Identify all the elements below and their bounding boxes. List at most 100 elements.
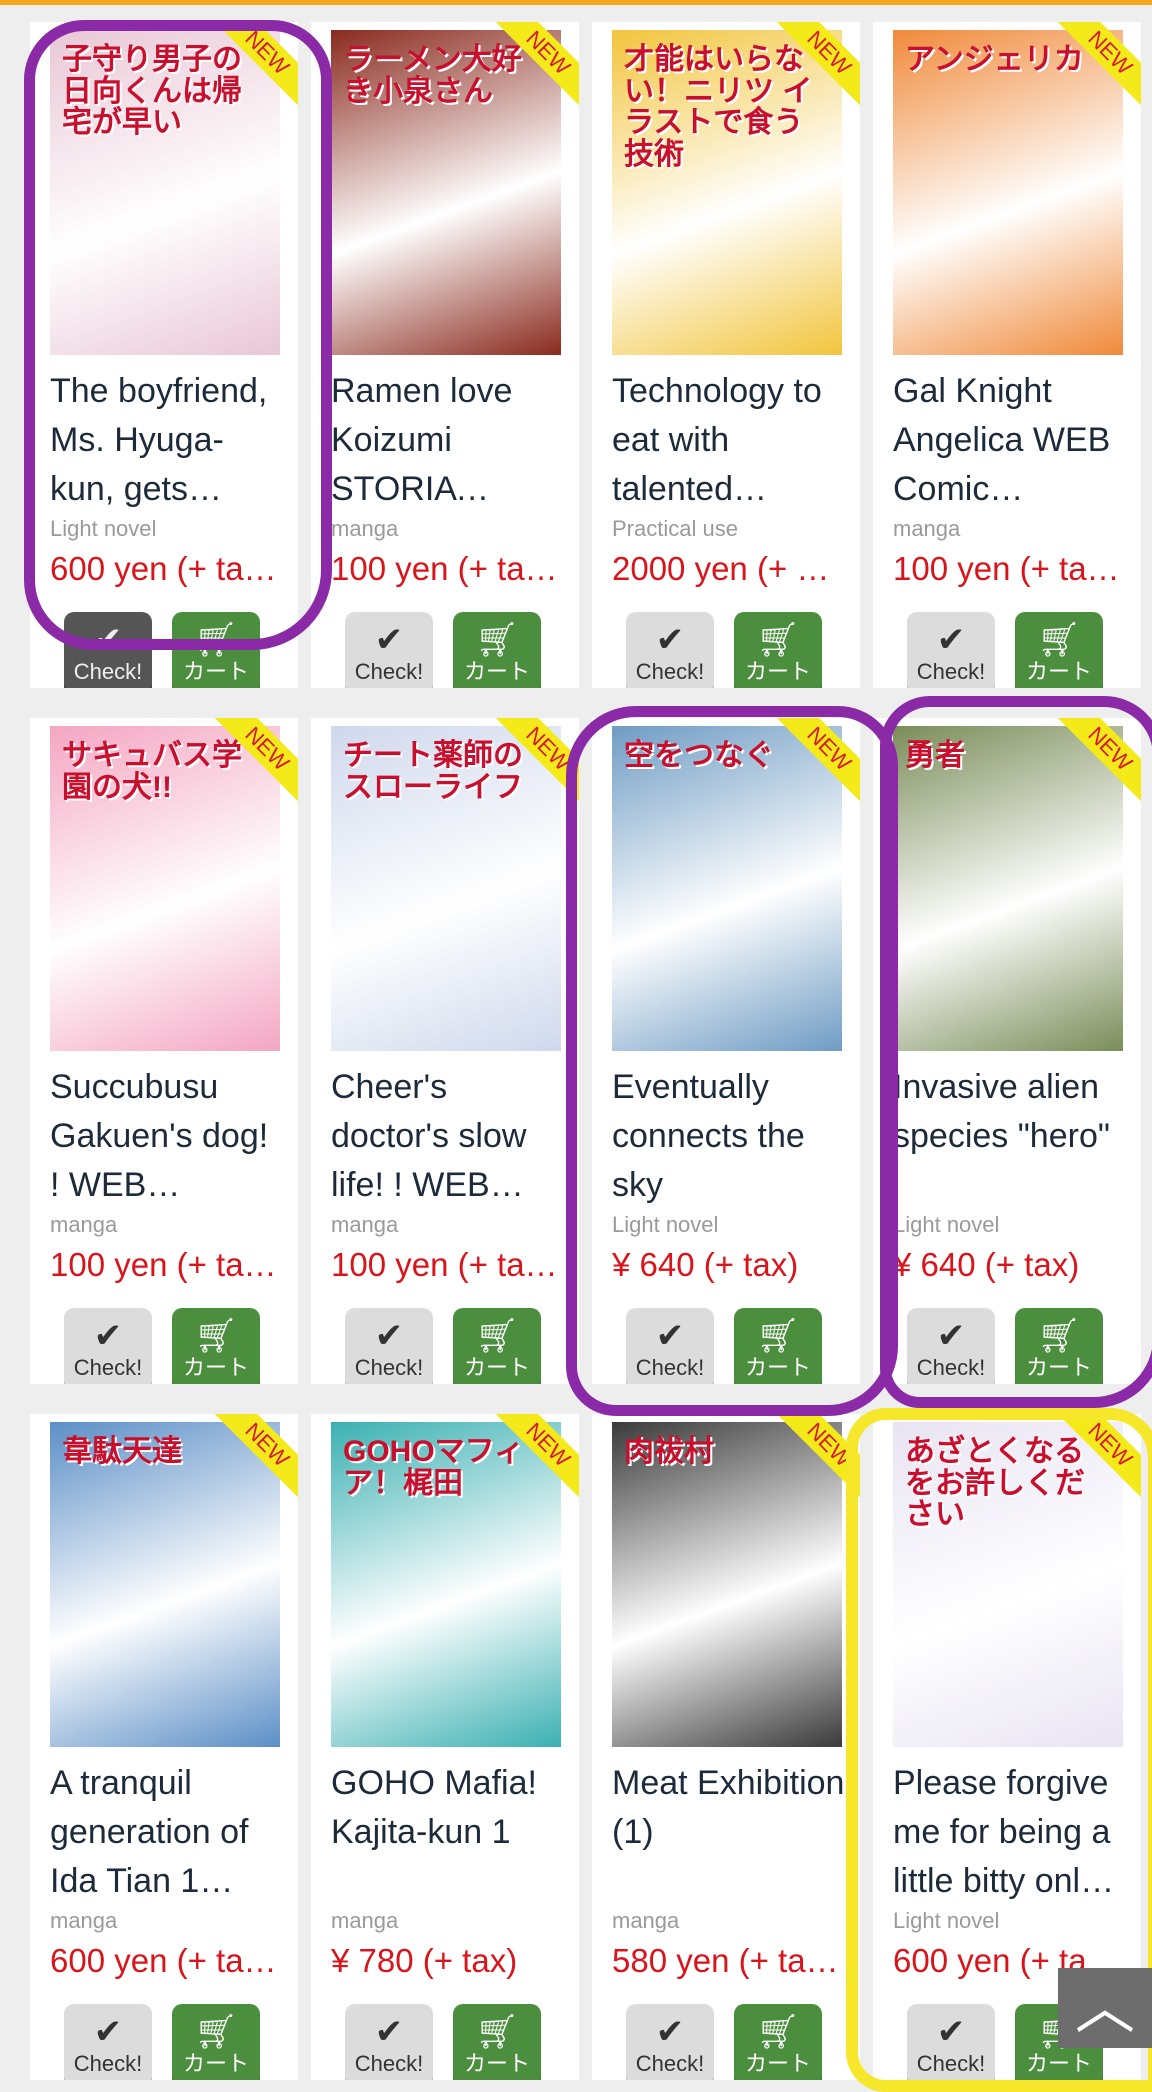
product-card[interactable]: 空をつなぐ NEW Eventually connects the sky Light… [592, 718, 860, 1384]
product-title[interactable]: Ramen love Koizumi STORIA dash… [331, 367, 567, 513]
product-card[interactable]: ラーメン大好き小泉さん NEW Ramen love Koizumi STORIA … [311, 22, 579, 688]
checkmark-icon: ✔ [93, 1317, 123, 1355]
product-card[interactable]: 才能はいらない！ニリツ イラストで食う技術 NEW Technology to ea… [592, 22, 860, 688]
add-to-cart-button[interactable]: 🛒︎カート [172, 612, 260, 688]
product-price: 580 yen (+ ta… [612, 1942, 839, 1979]
add-to-cart-button[interactable]: 🛒︎カート [453, 2004, 541, 2080]
check-button[interactable]: ✔ Check! [345, 2004, 433, 2080]
product-title-text[interactable]: Invasive alien species "hero" [893, 1063, 1129, 1161]
checkmark-icon: ✔ [655, 2013, 685, 2051]
new-ribbon: NEW [756, 1414, 860, 1518]
checkmark-icon: ✔ [374, 1317, 404, 1355]
check-button[interactable]: ✔ Check! [626, 1308, 714, 1384]
check-button[interactable]: ✔ Check! [907, 612, 995, 688]
check-button[interactable]: ✔ Check! [626, 612, 714, 688]
product-title-text[interactable]: GOHO Mafia! Kajita-kun 1 [331, 1759, 567, 1857]
cart-button-label: カート [744, 1355, 811, 1380]
product-price: ¥ 640 (+ tax) [893, 1246, 1080, 1283]
product-card[interactable]: 肉祓村 NEW Meat Exhibition (1) manga 580 yen (+… [592, 1414, 860, 2080]
product-title-text[interactable]: Ramen love Koizumi STORIA dash… [331, 367, 567, 513]
product-title[interactable]: Eventually connects the sky [612, 1063, 848, 1209]
check-button-label: Check! [635, 659, 705, 684]
product-card[interactable]: アンジェリカ NEW Gal Knight Angelica WEB Comic… m… [873, 22, 1141, 688]
add-to-cart-button[interactable]: 🛒︎カート [734, 612, 822, 688]
new-ribbon: NEW [475, 718, 579, 822]
new-badge: NEW [1046, 1414, 1141, 1509]
check-button-label: Check! [73, 659, 143, 684]
product-title[interactable]: GOHO Mafia! Kajita-kun 1 [331, 1759, 567, 1905]
add-to-cart-button[interactable]: 🛒︎カート [172, 1308, 260, 1384]
product-title[interactable]: Succubusu Gakuen's dog! ! WEB Comic… [50, 1063, 286, 1209]
product-title-text[interactable]: Please forgive me for being a little bit… [893, 1759, 1129, 1905]
new-badge: NEW [765, 718, 860, 813]
product-title[interactable]: Cheer's doctor's slow life! ! WEB… [331, 1063, 567, 1209]
new-badge: NEW [484, 1414, 579, 1509]
checkmark-icon: ✔ [936, 2013, 966, 2051]
add-to-cart-button[interactable]: 🛒︎カート [172, 2004, 260, 2080]
cart-button-label: カート [463, 2051, 530, 2076]
top-accent-bar [0, 0, 1152, 5]
product-title-text[interactable]: The boyfriend, Ms. Hyuga-kun, gets… [50, 367, 286, 513]
product-title[interactable]: Please forgive me for being a little bit… [893, 1759, 1129, 1905]
check-button[interactable]: ✔ Check! [64, 1308, 152, 1384]
cart-icon: 🛒︎ [756, 621, 800, 659]
checkmark-icon: ✔ [655, 1317, 685, 1355]
check-button[interactable]: ✔ Check! [345, 612, 433, 688]
product-title-text[interactable]: Succubusu Gakuen's dog! ! WEB Comic… [50, 1063, 286, 1209]
cart-button-label: カート [744, 659, 811, 684]
cart-icon: 🛒︎ [194, 2013, 238, 2051]
add-to-cart-button[interactable]: 🛒︎カート [1015, 612, 1103, 688]
checkmark-icon: ✔ [93, 2013, 123, 2051]
product-card[interactable]: サキュバス学園の犬!! NEW Succubusu Gakuen's dog! ! … [30, 718, 298, 1384]
cart-icon: 🛒︎ [475, 1317, 519, 1355]
new-ribbon: NEW [475, 1414, 579, 1518]
new-badge: NEW [765, 1414, 860, 1509]
product-title-text[interactable]: Eventually connects the sky [612, 1063, 848, 1209]
product-card[interactable]: 子守り男子の日向くんは帰宅が早い NEW The boyfriend, Ms. Hy… [30, 22, 298, 688]
checkmark-icon: ✔ [936, 1317, 966, 1355]
check-button-label: Check! [73, 1355, 143, 1380]
product-title[interactable]: The boyfriend, Ms. Hyuga-kun, gets… [50, 367, 286, 513]
add-to-cart-button[interactable]: 🛒︎カート [734, 2004, 822, 2080]
product-price: ¥ 640 (+ tax) [612, 1246, 799, 1283]
product-title[interactable]: Technology to eat with talented… [612, 367, 848, 513]
product-title-text[interactable]: Cheer's doctor's slow life! ! WEB… [331, 1063, 567, 1209]
new-badge: NEW [203, 1414, 298, 1509]
product-category: manga [331, 1212, 399, 1237]
product-title-text[interactable]: A tranquil generation of Ida Tian 1… [50, 1759, 286, 1905]
product-title[interactable]: Invasive alien species "hero" [893, 1063, 1129, 1209]
product-title-text[interactable]: Gal Knight Angelica WEB Comic… [893, 367, 1129, 513]
check-button[interactable]: ✔ Check! [626, 2004, 714, 2080]
checkmark-icon: ✔ [374, 2013, 404, 2051]
cart-icon: 🛒︎ [194, 1317, 238, 1355]
check-button[interactable]: ✔ Check! [907, 2004, 995, 2080]
product-card[interactable]: 韋駄天達 NEW A tranquil generation of Ida Tian… [30, 1414, 298, 2080]
new-ribbon: NEW [194, 22, 298, 126]
product-title-text[interactable]: Technology to eat with talented… [612, 367, 848, 513]
product-price: 100 yen (+ ta… [331, 1246, 558, 1283]
product-title-text[interactable]: Meat Exhibition (1) [612, 1759, 848, 1857]
add-to-cart-button[interactable]: 🛒︎カート [734, 1308, 822, 1384]
add-to-cart-button[interactable]: 🛒︎カート [453, 1308, 541, 1384]
check-button-label: Check! [354, 2051, 424, 2076]
product-title[interactable]: Gal Knight Angelica WEB Comic… [893, 367, 1129, 513]
product-category: Light novel [893, 1212, 1000, 1237]
chevron-up-icon: ︿ [1075, 1974, 1135, 2041]
product-title[interactable]: A tranquil generation of Ida Tian 1… [50, 1759, 286, 1905]
scroll-to-top-button[interactable]: ︿ [1058, 1968, 1152, 2048]
add-to-cart-button[interactable]: 🛒︎カート [1015, 1308, 1103, 1384]
check-button[interactable]: ✔ Check! [345, 1308, 433, 1384]
product-card[interactable]: チート薬師のスローライフ NEW Cheer's doctor's slow lif… [311, 718, 579, 1384]
check-button[interactable]: ✔ Check! [907, 1308, 995, 1384]
add-to-cart-button[interactable]: 🛒︎カート [453, 612, 541, 688]
check-button[interactable]: ✔ Check! [64, 2004, 152, 2080]
checkmark-icon: ✔ [374, 621, 404, 659]
product-card[interactable]: GOHOマフィア！梶田 NEW GOHO Mafia! Kajita-kun 1 ma… [311, 1414, 579, 2080]
product-card[interactable]: 勇者 NEW Invasive alien species "hero" Light … [873, 718, 1141, 1384]
check-button-label: Check! [916, 659, 986, 684]
cart-icon: 🛒︎ [475, 2013, 519, 2051]
check-button[interactable]: ✔ Check! [64, 612, 152, 688]
product-title[interactable]: Meat Exhibition (1) [612, 1759, 848, 1905]
product-category: Practical use [612, 516, 738, 541]
new-ribbon: NEW [756, 22, 860, 126]
